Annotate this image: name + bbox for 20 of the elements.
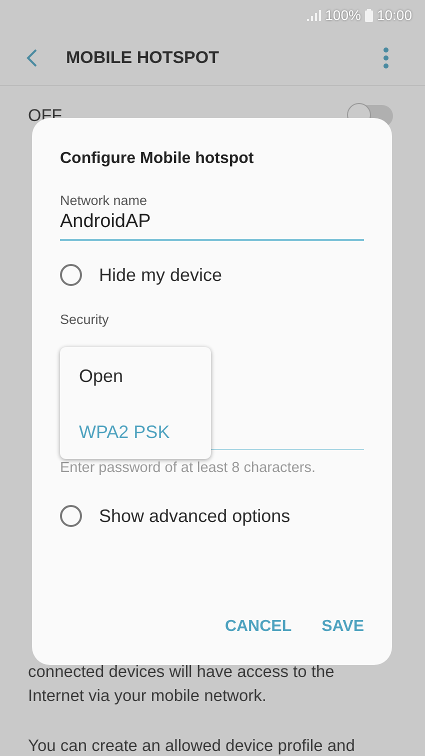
signal-icon <box>307 10 322 20</box>
description-text: connected devices will have access to the Internet via your mobile network. <box>28 662 336 707</box>
battery-icon <box>364 8 373 22</box>
option-label: Hide my device <box>99 264 222 286</box>
menu-item[interactable]: WPA2 PSK <box>60 411 211 457</box>
back-icon[interactable] <box>26 48 38 68</box>
menu-item[interactable]: Open <box>60 355 211 401</box>
field-label: Network name <box>60 193 148 209</box>
hint-text: Enter password of at least 8 characters. <box>60 460 316 476</box>
radio-button[interactable] <box>60 505 82 527</box>
dialog-button[interactable]: SAVE <box>322 614 364 640</box>
dialog-button[interactable]: CANCEL <box>224 614 292 640</box>
network-name-field[interactable]: AndroidAP <box>60 209 364 241</box>
radio-button[interactable] <box>60 264 82 286</box>
dialog-title: Configure Mobile hotspot <box>60 149 255 169</box>
more-icon[interactable] <box>383 46 389 68</box>
screen-title: MOBILE HOTSPOT <box>66 48 220 68</box>
description-text: You can create an allowed device profile and <box>28 736 356 756</box>
field-label: Security <box>60 312 110 328</box>
option-label: Show advanced options <box>99 506 290 526</box>
